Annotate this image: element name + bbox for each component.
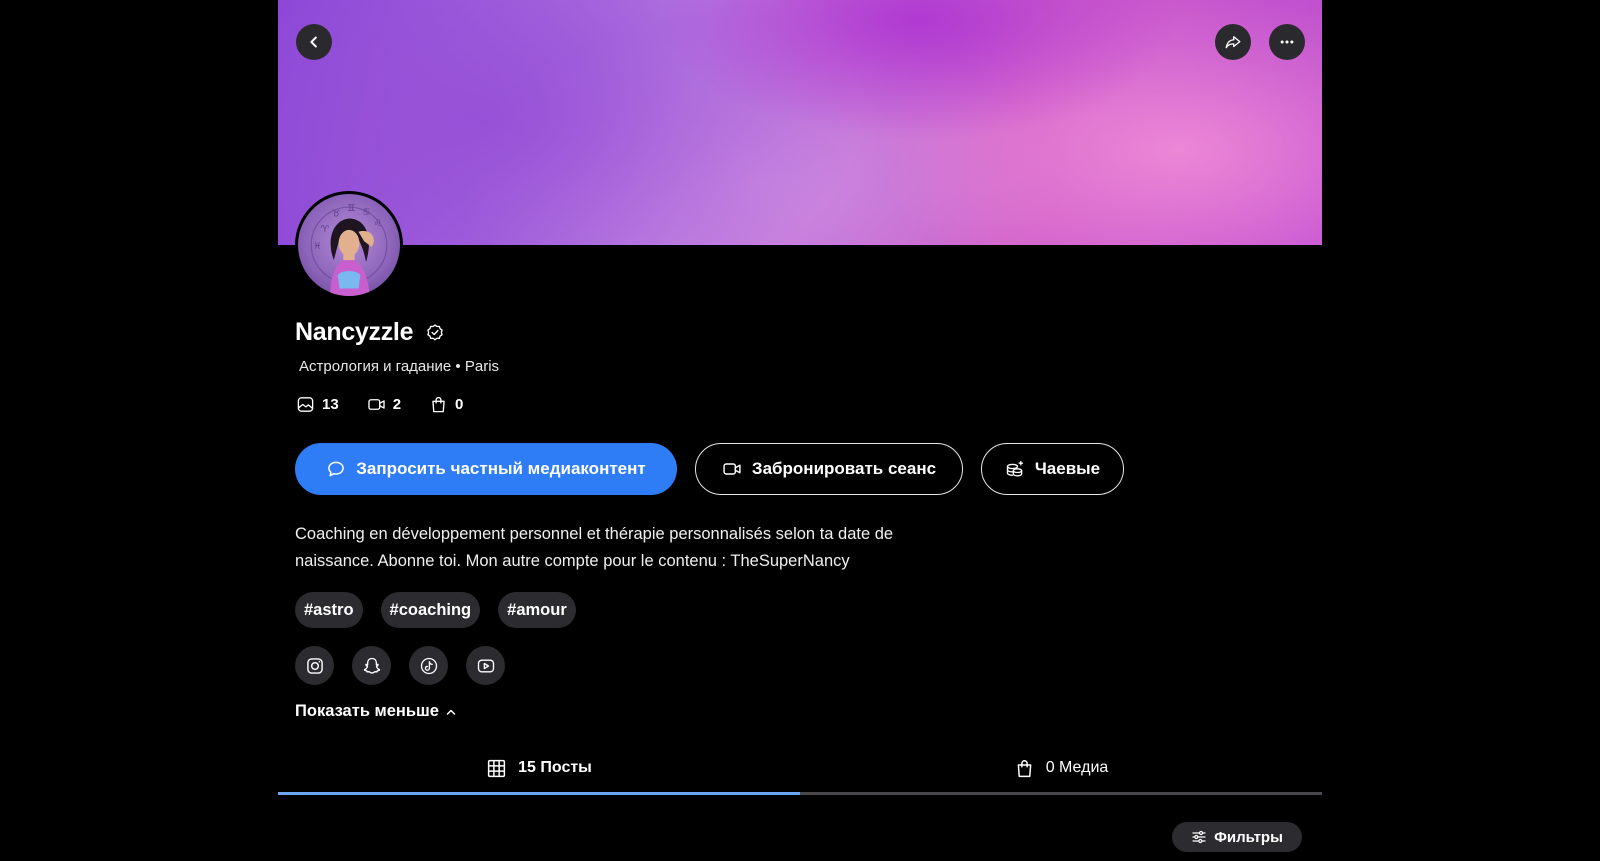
photo-icon <box>297 397 314 412</box>
sliders-icon <box>1192 830 1206 844</box>
chevron-left-icon <box>310 36 317 48</box>
request-media-button[interactable]: Запросить частный медиаконтент <box>295 443 677 495</box>
profile-name: Nancyzzle <box>295 318 414 346</box>
stat-products-value: 0 <box>455 396 464 413</box>
profile-subtitle: Астрология и гадание • Paris <box>299 358 500 375</box>
youtube-icon <box>477 659 494 672</box>
share-icon <box>1225 36 1241 49</box>
profile-header: Nancyzzle <box>295 318 445 347</box>
snapchat-icon <box>363 657 380 674</box>
content-tabs: 15 Посты 0 Медиа <box>278 744 1322 796</box>
request-media-label: Запросить частный медиаконтент <box>356 459 646 478</box>
tab-posts[interactable]: 15 Посты <box>278 744 800 796</box>
profile-bio: Coaching en développement personnel et t… <box>295 525 894 570</box>
svg-text:♊: ♊ <box>347 203 355 214</box>
svg-text:♈: ♈ <box>321 224 330 235</box>
book-session-button[interactable]: Забронировать сеанс <box>695 443 963 495</box>
filters-label: Фильтры <box>1214 828 1283 846</box>
share-button[interactable] <box>1215 24 1251 60</box>
hashtag-chip[interactable]: #coaching <box>380 592 481 628</box>
hashtag-chip[interactable]: #amour <box>498 592 576 628</box>
svg-text:♉: ♉ <box>332 209 340 220</box>
svg-text:♌: ♌ <box>374 218 382 229</box>
tips-button[interactable]: Чаевые <box>981 443 1124 495</box>
show-less-toggle[interactable]: Показать меньше <box>295 702 457 721</box>
avatar[interactable]: ♈ ♉ ♊ ♋ ♌ ♓ <box>295 191 403 299</box>
profile-actions: Запросить частный медиаконтент Заброниро… <box>295 443 1124 495</box>
chevron-up-icon <box>446 709 456 715</box>
coins-sparkle-icon <box>1006 460 1024 477</box>
tab-media-label: 0 Медиа <box>1045 759 1109 776</box>
shopping-bag-icon <box>1017 759 1032 777</box>
stat-photos-value: 13 <box>322 396 339 413</box>
show-less-label: Показать меньше <box>295 702 439 720</box>
active-tab-indicator <box>278 792 800 795</box>
tab-media[interactable]: 0 Медиа <box>800 744 1322 796</box>
more-horizontal-icon <box>1280 40 1294 44</box>
instagram-link[interactable] <box>295 646 334 685</box>
profile-page: ♈ ♉ ♊ ♋ ♌ ♓ Nancyzzle Астрология и гадан… <box>278 0 1322 861</box>
avatar-image: ♈ ♉ ♊ ♋ ♌ ♓ <box>310 203 388 296</box>
profile-stats: 13 2 0 <box>296 395 463 414</box>
back-button[interactable] <box>296 24 332 60</box>
more-options-button[interactable] <box>1269 24 1305 60</box>
tiktok-icon <box>420 657 437 674</box>
svg-text:♓: ♓ <box>313 241 321 252</box>
stat-videos: 2 <box>367 395 401 414</box>
social-links <box>295 646 505 685</box>
verified-badge-icon <box>425 323 445 343</box>
tab-posts-label: 15 Посты <box>518 759 592 776</box>
tiktok-link[interactable] <box>409 646 448 685</box>
tips-label: Чаевые <box>1034 459 1101 478</box>
grid-icon <box>488 759 506 777</box>
stat-photos: 13 <box>296 395 339 414</box>
youtube-link[interactable] <box>466 646 505 685</box>
chat-bubble-icon <box>328 461 345 477</box>
filters-button[interactable]: Фильтры <box>1172 822 1302 852</box>
profile-banner <box>278 0 1322 245</box>
shopping-bag-icon <box>432 396 445 413</box>
video-icon <box>367 399 385 410</box>
stat-products: 0 <box>429 395 463 414</box>
stat-videos-value: 2 <box>392 396 402 413</box>
video-camera-icon <box>723 463 741 475</box>
snapchat-link[interactable] <box>352 646 391 685</box>
instagram-icon <box>306 657 323 674</box>
book-session-label: Забронировать сеанс <box>751 459 937 478</box>
svg-text:♋: ♋ <box>362 207 370 218</box>
hashtag-chip[interactable]: #astro <box>295 592 363 628</box>
hashtag-list: #astro #coaching #amour <box>295 592 576 628</box>
